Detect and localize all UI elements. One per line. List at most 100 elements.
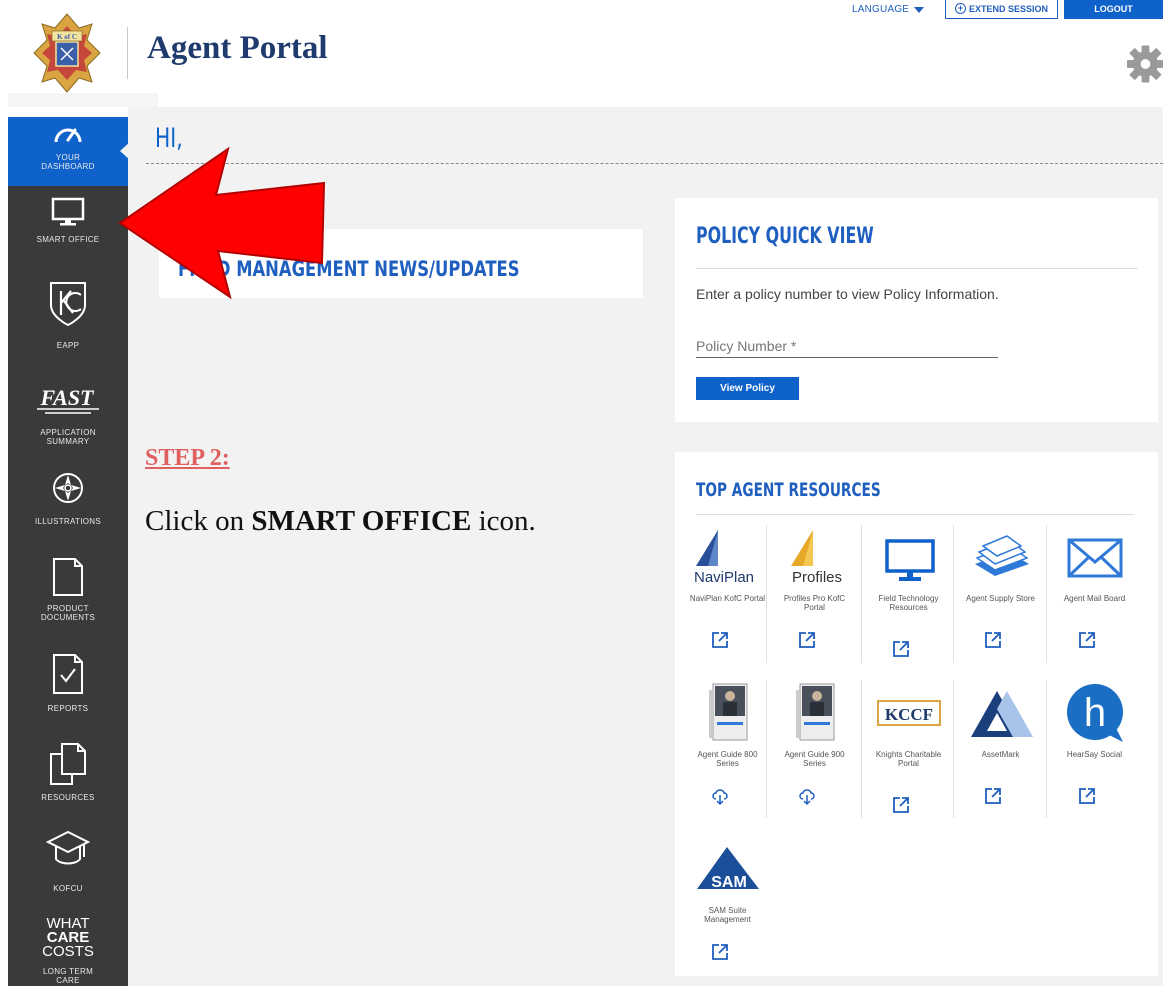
extend-session-label: EXTEND SESSION [968,3,1049,14]
heading-divider [696,514,1134,515]
gauge-icon [54,128,82,143]
paper-stack-icon [961,526,1041,588]
external-link-icon[interactable] [797,630,817,650]
resource-tile-profiles-pro[interactable]: Profiles Profiles Pro KofC Portal [770,526,859,674]
sidebar-item-resources[interactable]: RESOURCES [8,742,128,806]
hearsay-logo-text: h [1083,691,1105,735]
sidebar-item-label: REPORTS [47,704,89,713]
external-link-icon[interactable] [710,942,730,962]
resource-tile-agent-guide-800[interactable]: Agent Guide 800 Series [683,682,772,830]
sidebar-item-illustrations[interactable]: ILLUSTRATIONS [8,471,128,541]
tile-divider [953,525,954,663]
resource-tile-mail-board[interactable]: Agent Mail Board [1050,526,1139,674]
extend-session-button[interactable]: + EXTEND SESSION [945,0,1058,19]
cloud-download-icon[interactable] [797,786,817,806]
kc-shield-icon [50,282,86,327]
instruction-text: Click on [145,505,252,537]
tile-label: HearSay Social [1066,750,1123,759]
utility-bar: LANGUAGE + EXTEND SESSION LOGOUT [852,0,1163,20]
instruction-emphasis: SMART OFFICE [251,505,472,537]
document-icon [53,558,83,596]
logo-line: COSTS [42,943,94,960]
sidebar-item-label: PRODUCT DOCUMENTS [40,604,96,622]
tile-divider [953,680,954,818]
kofc-logo[interactable]: K of C [32,12,102,94]
graduation-cap-icon [46,830,90,865]
external-link-icon[interactable] [983,630,1003,650]
sidebar-item-label: KOFCU [53,884,83,893]
policy-number-input[interactable] [696,334,998,358]
external-link-icon[interactable] [891,639,911,659]
external-link-icon[interactable] [983,786,1003,806]
resource-tile-assetmark[interactable]: AssetMark [956,682,1045,830]
sidebar-item-smart-office[interactable]: SMART OFFICE [8,197,128,263]
naviplan-logo-text: NaviPlan [693,569,753,586]
sidebar-item-kofcu[interactable]: KOFCU [8,829,128,893]
tile-label: Profiles Pro KofC Portal [783,594,846,612]
sidebar-header-strip [8,93,158,107]
fast-logo-icon: FAST [37,385,99,414]
resource-tile-sam-suite[interactable]: SAM SAM Suite Management [683,838,772,986]
sidebar-item-label: LONG TERM CARE [42,967,94,985]
sidebar-item-label: YOUR DASHBOARD [41,153,95,171]
resource-tile-agent-guide-900[interactable]: Agent Guide 900 Series [770,682,859,830]
sidebar-item-product-documents[interactable]: PRODUCT DOCUMENTS [8,557,128,631]
assetmark-logo [961,682,1041,744]
resource-tile-hearsay-social[interactable]: h HearSay Social [1050,682,1139,830]
envelope-icon [1055,526,1135,588]
tile-label: SAM Suite Management [704,906,751,924]
tile-label: Agent Mail Board [1063,594,1126,603]
resource-tile-supply-store[interactable]: Agent Supply Store [956,526,1045,674]
tile-divider [1046,525,1047,663]
cloud-download-icon[interactable] [710,786,730,806]
sam-logo-text: SAM [711,874,747,891]
resource-tile-knights-charitable[interactable]: KCCF Knights Charitable Portal [864,682,953,830]
tile-divider [861,525,862,663]
logout-button[interactable]: LOGOUT [1064,0,1163,19]
tile-label: Agent Guide 900 Series [784,750,845,768]
naviplan-logo: NaviPlan [688,526,768,588]
tile-label: AssetMark [981,750,1020,759]
external-link-icon[interactable] [1077,630,1097,650]
sidebar-item-application-summary[interactable]: FAST APPLICATION SUMMARY [8,385,128,455]
step-instruction: Click on SMART OFFICE icon. [145,505,536,538]
language-dropdown[interactable]: LANGUAGE [852,4,925,15]
monitor-icon [869,526,949,588]
resource-tile-field-technology[interactable]: Field Technology Resources [864,526,953,674]
guide-cover-icon [775,682,855,744]
plus-circle-icon: + [954,3,966,14]
sidebar-item-label: EAPP [56,341,80,350]
policy-description: Enter a policy number to view Policy Inf… [696,286,999,302]
stacked-pages-icon [50,743,86,785]
kccf-logo-text: KCCF [884,705,932,724]
sidebar-item-reports[interactable]: REPORTS [8,653,128,717]
sidebar-item-eapp[interactable]: EAPP [8,279,128,359]
step-heading: STEP 2: [145,445,230,471]
chevron-down-icon [914,6,925,13]
resource-tile-naviplan[interactable]: NaviPlan NaviPlan KofC Portal [683,526,772,674]
external-link-icon[interactable] [1077,786,1097,806]
external-link-icon[interactable] [891,795,911,815]
instruction-text: icon. [471,505,536,537]
tile-label: NaviPlan KofC Portal [689,594,766,603]
tile-divider [861,680,862,818]
tile-label: Field Technology Resources [878,594,939,612]
view-policy-button[interactable]: View Policy [696,377,799,400]
profiles-logo-text: Profiles [791,569,841,586]
sidebar-item-long-term-care[interactable]: WHAT CARE COSTS LONG TERM CARE [8,916,128,986]
tile-label: Agent Supply Store [966,594,1035,603]
monitor-icon [51,197,85,226]
kccf-logo: KCCF [869,682,949,744]
sidebar-nav: YOUR DASHBOARD SMART OFFICE EAPP FAST AP… [8,117,128,986]
page-title: Agent Portal [147,30,328,66]
hearsay-logo: h [1055,682,1135,744]
gear-icon[interactable] [1124,44,1163,84]
external-link-icon[interactable] [710,630,730,650]
sidebar-item-label: SMART OFFICE [36,235,100,244]
logo-text: K of C [57,33,77,41]
red-arrow-annotation [118,146,326,300]
profiles-logo: Profiles [775,526,855,588]
what-care-costs-logo: WHAT CARE COSTS [42,916,94,960]
language-label: LANGUAGE [852,4,910,15]
sidebar-item-dashboard[interactable]: YOUR DASHBOARD [8,117,128,186]
